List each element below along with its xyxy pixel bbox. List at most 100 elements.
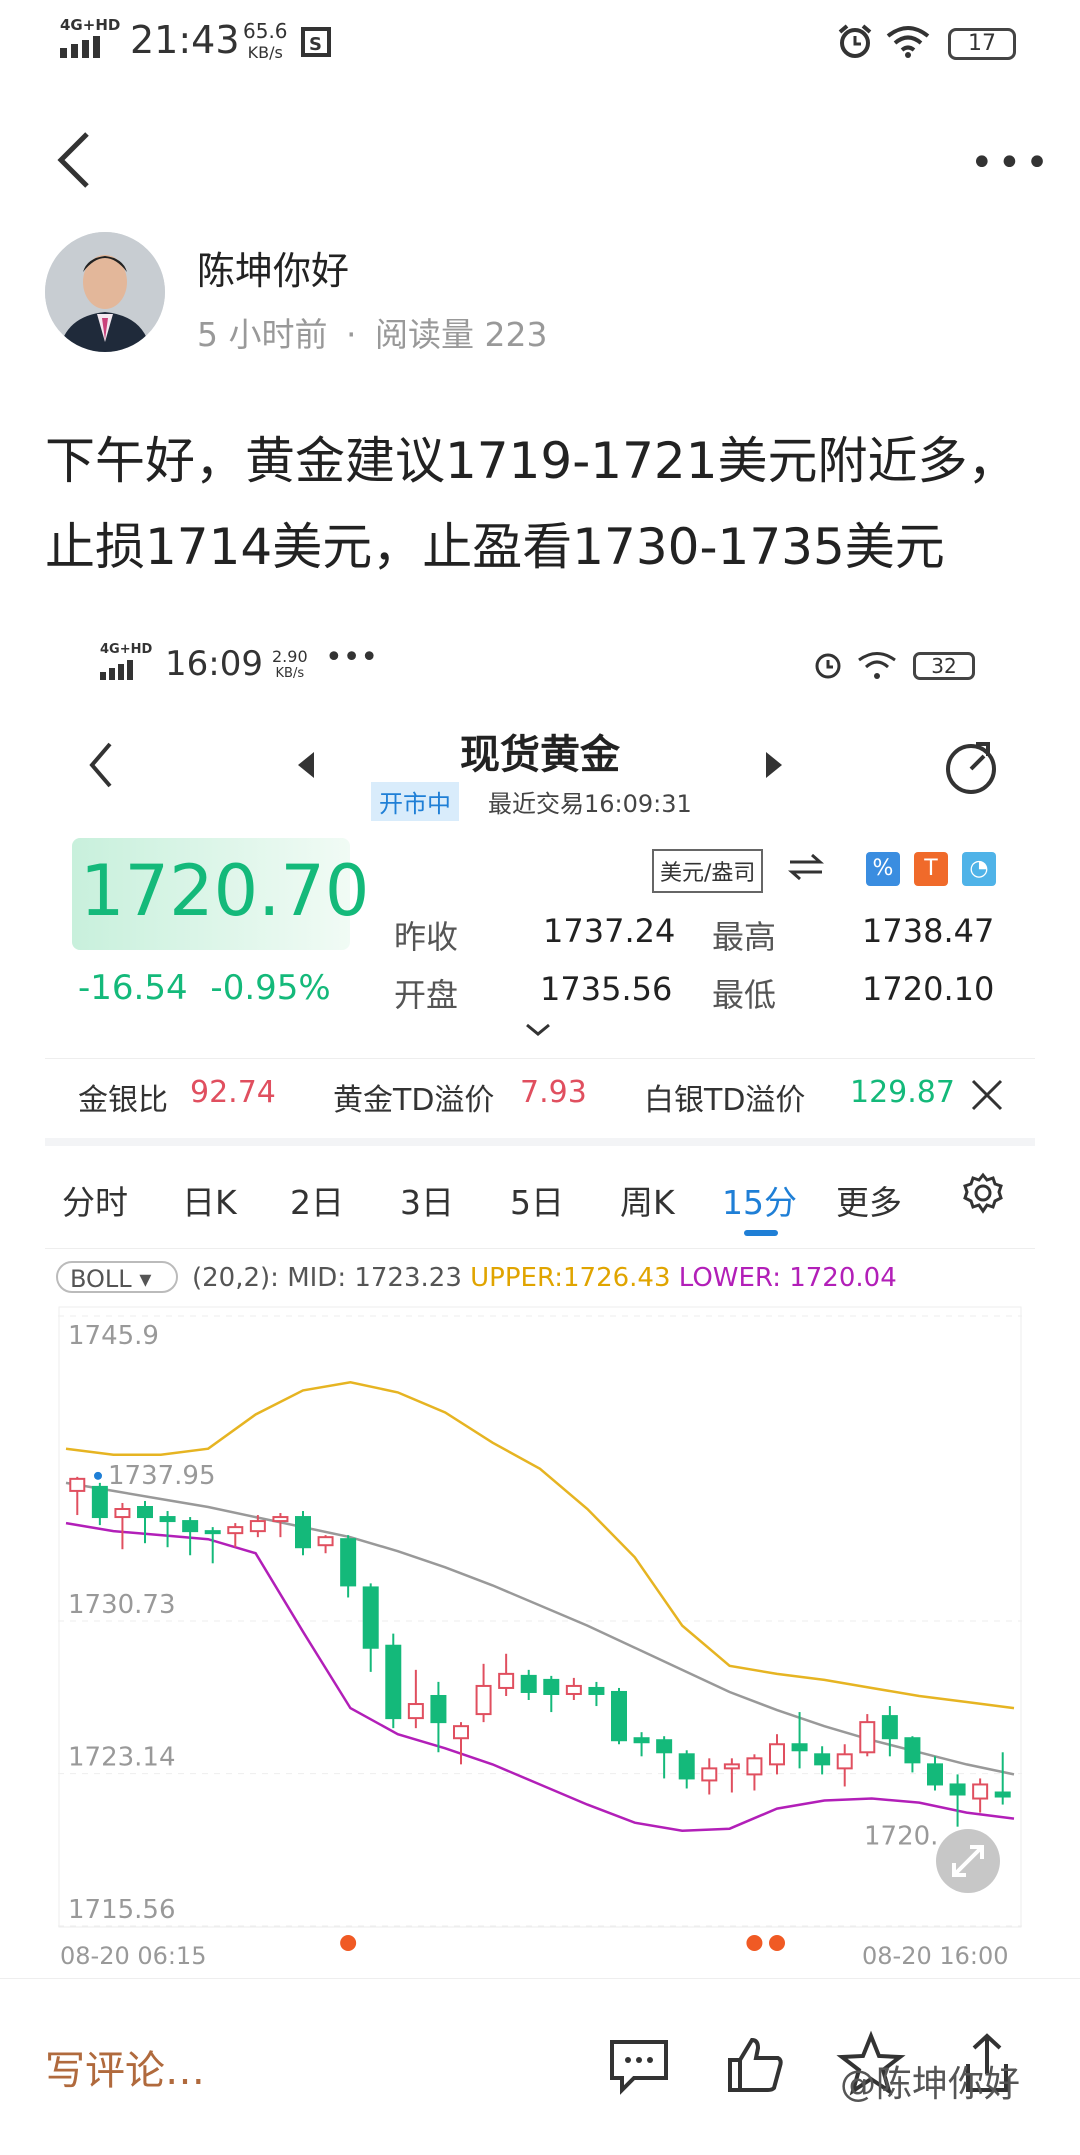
gold-td-label: 黄金TD溢价 (333, 1083, 495, 1118)
event-dot (340, 1935, 357, 1951)
comment-icon[interactable] (604, 2030, 674, 2100)
low-value: 1720.10 (862, 970, 995, 1008)
candle-body (69, 1477, 86, 1492)
candle-body (769, 1743, 785, 1766)
gold-td-value: 7.93 (520, 1075, 587, 1110)
high-label: 最高 (712, 918, 777, 956)
inner-alarm-icon (815, 653, 841, 679)
notification-icon: S (301, 27, 331, 57)
inner-network-indicator: 4G+HD (100, 642, 153, 657)
inner-clock: 16:09 (165, 644, 263, 684)
net-speed: 65.6 KB/s (243, 19, 288, 62)
boll-upper: UPPER:1726.43 (470, 1263, 671, 1293)
y-tick-label: 1745.9 (68, 1321, 159, 1351)
avatar-photo-icon (45, 232, 165, 352)
candle-body (588, 1686, 605, 1695)
avatar[interactable] (45, 232, 165, 352)
inner-wifi-icon (858, 652, 896, 679)
y-tick-label: 1723.14 (68, 1743, 176, 1773)
event-dot (769, 1935, 785, 1951)
candle-body (904, 1737, 921, 1764)
candle-body (498, 1672, 515, 1689)
candle-body (994, 1791, 1011, 1798)
inner-back-icon[interactable] (86, 740, 116, 790)
gold-silver-label: 金银比 (78, 1083, 168, 1118)
low-label: 最低 (712, 976, 777, 1014)
candle-body (137, 1506, 153, 1519)
boll-params: (20,2): (192, 1263, 279, 1293)
read-count: 223 (484, 315, 548, 354)
open-value: 1735.56 (540, 970, 673, 1008)
network-indicator: 4G+HD (60, 16, 121, 34)
inner-net-speed: 2.90 KB/s (272, 647, 308, 681)
instrument-title: 现货黄金 (460, 732, 620, 778)
low-marker-label: 1720. (864, 1822, 938, 1852)
candle-body (362, 1586, 379, 1649)
candle-body (317, 1536, 334, 1547)
candle-body (678, 1753, 695, 1780)
post-line-1: 下午好，黄金建议1719-1721美元附近多， (45, 432, 1018, 490)
candle-body (91, 1485, 108, 1519)
close-ratio-icon[interactable] (970, 1078, 1004, 1112)
candle-body (430, 1694, 447, 1724)
post-line-2: 止损1714美元，止盈看1730-1735美元 (45, 518, 945, 576)
candle-body (520, 1674, 537, 1693)
boll-mid: MID: 1723.23 (287, 1263, 462, 1293)
like-thumb-icon[interactable] (720, 2030, 790, 2100)
meta-separator: · (346, 315, 357, 354)
comment-input[interactable]: 写评论… (45, 2038, 205, 2096)
refresh-icon[interactable] (942, 738, 1000, 796)
swap-icon[interactable] (786, 850, 826, 884)
candle-body (249, 1520, 266, 1533)
high-marker-label: 1737.95 (108, 1461, 216, 1491)
divider (45, 1248, 1035, 1249)
tab-5day[interactable]: 5日 (510, 1176, 564, 1224)
alarm-icon (838, 24, 872, 58)
post-time: 5 小时前 (197, 315, 328, 354)
y-tick-label: 1715.56 (68, 1895, 176, 1925)
candle-body (814, 1753, 831, 1766)
last-trade-time: 最近交易16:09:31 (488, 790, 692, 818)
tab-15min[interactable]: 15分 (722, 1176, 797, 1224)
x-start-label: 08-20 06:15 (60, 1942, 207, 1966)
candle-body (295, 1516, 311, 1549)
unit-selector[interactable]: 美元/盎司 (652, 849, 764, 893)
tab-2day[interactable]: 2日 (290, 1176, 344, 1224)
tab-3day[interactable]: 3日 (400, 1176, 454, 1224)
rank-tool-icon[interactable]: T (914, 852, 948, 886)
post-meta: 5 小时前 · 阅读量 223 (197, 308, 548, 356)
wifi-icon (886, 26, 930, 58)
candle-body (565, 1684, 582, 1695)
candle-body (723, 1763, 740, 1770)
high-marker-dot (94, 1471, 102, 1480)
candlestick-chart[interactable]: 1745.9 1730.73 1723.14 1715.56 1737.95 1720. 0… (58, 1306, 1022, 1966)
candle-body (881, 1715, 898, 1740)
settings-gear-icon[interactable] (962, 1172, 1004, 1214)
candle-body (204, 1530, 221, 1535)
candle-body (972, 1783, 989, 1800)
candle-body (227, 1526, 244, 1535)
expand-chevron-icon[interactable] (524, 1022, 552, 1038)
candle-body (656, 1739, 673, 1754)
author-name[interactable]: 陈坤你好 (197, 240, 349, 295)
clock: 21:43 (130, 18, 240, 62)
candle-body (701, 1767, 718, 1782)
next-instrument-icon[interactable] (764, 750, 784, 780)
pie-tool-icon[interactable]: ◔ (962, 852, 996, 886)
tab-daily-k[interactable]: 日K (182, 1176, 237, 1224)
candle-body (927, 1763, 943, 1786)
indicator-selector[interactable]: BOLL ▾ (56, 1261, 178, 1293)
prev-instrument-icon[interactable] (296, 750, 316, 780)
more-icon[interactable]: ••• (970, 140, 1053, 186)
inner-more-status: ••• (325, 640, 379, 675)
tab-weekly-k[interactable]: 周K (620, 1176, 675, 1224)
open-label: 开盘 (394, 976, 459, 1014)
candle-body (114, 1508, 131, 1519)
percent-tool-icon[interactable]: % (866, 852, 900, 886)
tab-more[interactable]: 更多 (836, 1176, 902, 1224)
current-price: 1720.70 (80, 850, 370, 932)
tab-intraday[interactable]: 分时 (62, 1176, 128, 1224)
watermark: @陈坤你好 (840, 2064, 1021, 2105)
silver-td-value: 129.87 (850, 1075, 955, 1110)
back-arrow-icon[interactable] (55, 130, 95, 190)
